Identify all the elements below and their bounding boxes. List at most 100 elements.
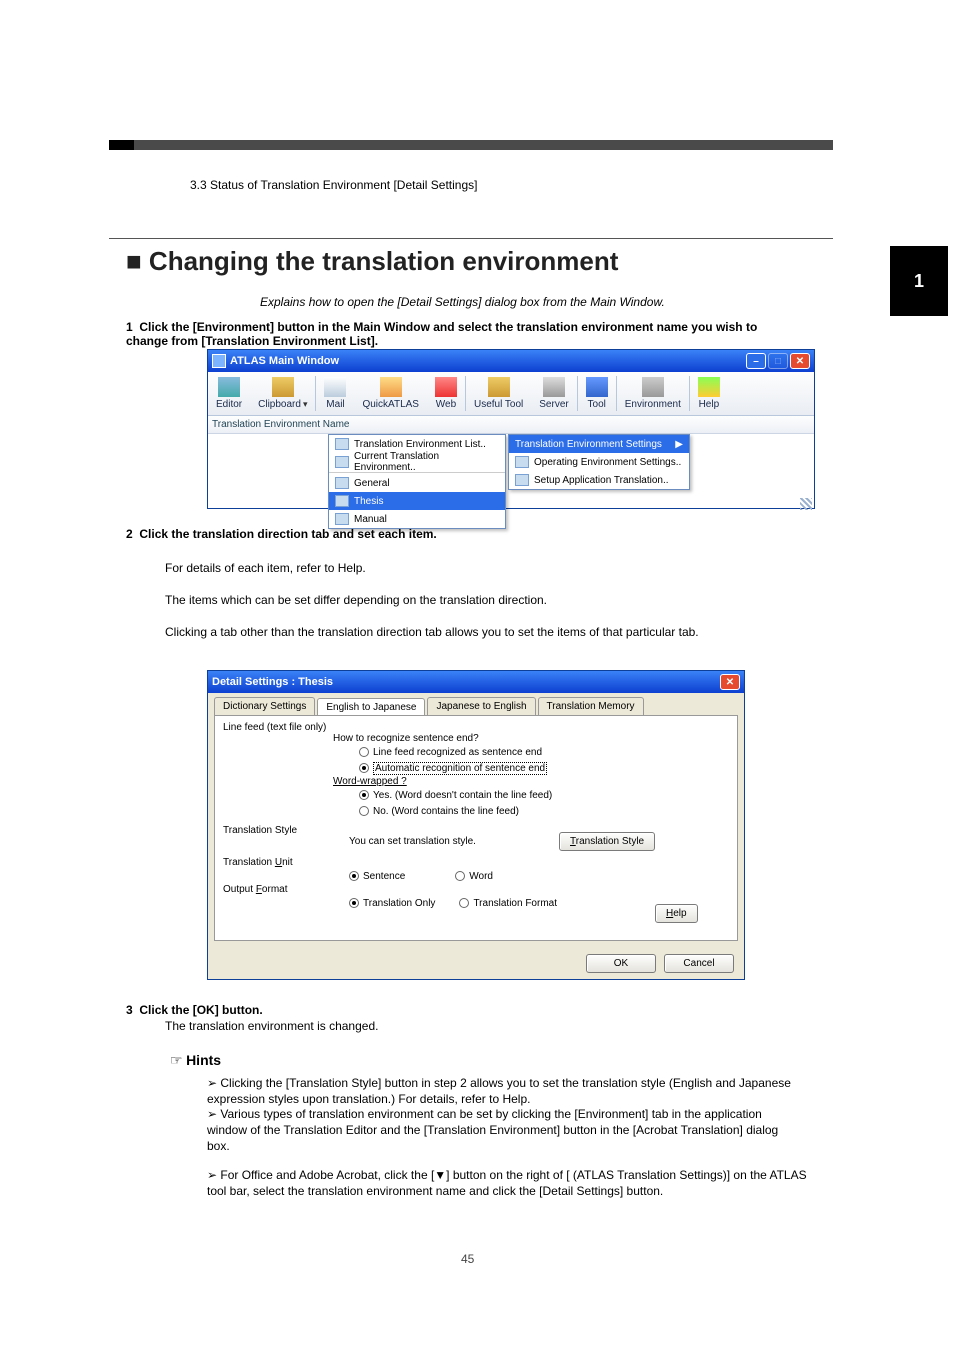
radio-icon bbox=[349, 898, 359, 908]
style-description: You can set translation style. bbox=[349, 836, 729, 847]
tb-help[interactable]: Help bbox=[690, 372, 728, 415]
menu-item-thesis[interactable]: Thesis bbox=[329, 492, 505, 510]
env-name-label: Translation Environment Name bbox=[212, 419, 349, 430]
side-page-tab: 1 bbox=[890, 246, 948, 316]
menu-item-general[interactable]: General bbox=[329, 474, 505, 492]
radio-unit-sentence[interactable]: Sentence bbox=[349, 868, 405, 884]
app-icon bbox=[212, 354, 226, 368]
titlebar[interactable]: Detail Settings : Thesis ✕ bbox=[208, 671, 744, 693]
env-name-bar: Translation Environment Name bbox=[208, 416, 814, 434]
tab-tm[interactable]: Translation Memory bbox=[538, 697, 644, 715]
tb-env[interactable]: Environment bbox=[617, 372, 689, 415]
step-2-num: 2 bbox=[126, 527, 133, 541]
step-3: 3 Click the [OK] button. bbox=[126, 1002, 806, 1018]
tb-web[interactable]: Web bbox=[427, 372, 465, 415]
group-unit-title: Translation Unit bbox=[223, 857, 293, 868]
server-icon bbox=[543, 377, 565, 397]
env-submenu: Translation Environment Settings▶ Operat… bbox=[508, 434, 690, 490]
tb-label: Web bbox=[436, 399, 456, 410]
radio-icon bbox=[359, 763, 369, 773]
tab-page: Line feed (text file only) How to recogn… bbox=[214, 715, 738, 941]
list-icon bbox=[335, 438, 349, 450]
tb-editor[interactable]: Editor bbox=[208, 372, 250, 415]
hints-heading: ☞ Hints bbox=[170, 1052, 221, 1070]
side-page-number: 1 bbox=[914, 271, 924, 292]
tb-server[interactable]: Server bbox=[531, 372, 576, 415]
radio-linefeed-end[interactable]: Line feed recognized as sentence end bbox=[359, 744, 729, 760]
footer-page-number: 45 bbox=[461, 1252, 474, 1266]
tb-label: Clipboard bbox=[258, 399, 301, 410]
menu-item-current-env[interactable]: Current Translation Environment.. bbox=[329, 453, 505, 471]
submenu-op-settings[interactable]: Operating Environment Settings.. bbox=[509, 453, 689, 471]
hint-3: ➢ For Office and Adobe Acrobat, click th… bbox=[207, 1167, 807, 1199]
tb-label: Environment bbox=[625, 399, 681, 410]
tab-dictionary[interactable]: Dictionary Settings bbox=[214, 697, 315, 715]
menu-item-label: Translation Environment List.. bbox=[354, 439, 486, 450]
close-button[interactable]: ✕ bbox=[790, 353, 810, 369]
env-dropdown-menu: Translation Environment List.. Current T… bbox=[328, 434, 506, 529]
useful-tool-icon bbox=[488, 377, 510, 397]
group-style-title: Translation Style bbox=[223, 825, 297, 836]
detail-settings-dialog: Detail Settings : Thesis ✕ Dictionary Se… bbox=[207, 670, 745, 980]
close-button[interactable]: ✕ bbox=[720, 674, 740, 690]
header-rule bbox=[109, 238, 833, 239]
list-icon bbox=[335, 456, 349, 468]
gear-icon bbox=[515, 474, 529, 486]
radio-icon bbox=[459, 898, 469, 908]
tb-clipboard[interactable]: Clipboard▾ bbox=[250, 372, 315, 415]
radio-wrap-no[interactable]: No. (Word contains the line feed) bbox=[359, 803, 729, 819]
step-3-num: 3 bbox=[126, 1003, 133, 1017]
group-output-title: Output Format bbox=[223, 884, 287, 895]
doc-icon bbox=[335, 477, 349, 489]
help-button[interactable]: Help bbox=[655, 904, 698, 923]
radio-label: No. (Word contains the line feed) bbox=[373, 806, 519, 817]
submenu-label: Translation Environment Settings bbox=[515, 439, 662, 450]
radio-out-only[interactable]: Translation Only bbox=[349, 895, 435, 911]
radio-unit-word[interactable]: Word bbox=[455, 868, 493, 884]
mail-icon bbox=[324, 377, 346, 397]
window-title: ATLAS Main Window bbox=[230, 355, 339, 367]
group-linefeed-title: Line feed (text file only) bbox=[223, 722, 326, 733]
radio-icon bbox=[455, 871, 465, 881]
tb-mail[interactable]: Mail bbox=[316, 372, 354, 415]
dialog-footer: OK Cancel bbox=[208, 947, 744, 979]
radio-label: Yes. (Word doesn't contain the line feed… bbox=[373, 790, 552, 801]
minimize-button[interactable]: – bbox=[746, 353, 766, 369]
submenu-setup-app[interactable]: Setup Application Translation.. bbox=[509, 471, 689, 489]
submenu-env-settings[interactable]: Translation Environment Settings▶ bbox=[509, 435, 689, 453]
step-2-note-1: For details of each item, refer to Help. bbox=[165, 560, 825, 576]
hint-2: ➢ Various types of translation environme… bbox=[207, 1106, 797, 1155]
quickatlas-icon bbox=[380, 377, 402, 397]
step-1-text: Click the [Environment] button in the Ma… bbox=[126, 320, 757, 348]
radio-icon bbox=[359, 790, 369, 800]
radio-label: Line feed recognized as sentence end bbox=[373, 747, 542, 758]
step-2-note-3: Clicking a tab other than the translatio… bbox=[165, 624, 825, 640]
tab-jp2en[interactable]: Japanese to English bbox=[427, 697, 535, 715]
cancel-button[interactable]: Cancel bbox=[664, 954, 734, 973]
radio-auto-end[interactable]: Automatic recognition of sentence end bbox=[359, 760, 729, 776]
section-heading: ■ Changing the translation environment bbox=[126, 246, 618, 277]
tb-quick[interactable]: QuickATLAS bbox=[354, 372, 427, 415]
radio-wrap-yes[interactable]: Yes. (Word doesn't contain the line feed… bbox=[359, 787, 729, 803]
radio-label: Translation Only bbox=[363, 898, 435, 909]
titlebar[interactable]: ATLAS Main Window – □ ✕ bbox=[208, 350, 814, 372]
tb-useful[interactable]: Useful Tool bbox=[466, 372, 531, 415]
tab-en2jp[interactable]: English to Japanese bbox=[317, 698, 425, 716]
maximize-button: □ bbox=[768, 353, 788, 369]
tb-tool[interactable]: Tool bbox=[578, 372, 616, 415]
translation-style-button[interactable]: TTranslation Styleranslation Style bbox=[559, 832, 655, 851]
radio-label: Automatic recognition of sentence end bbox=[373, 762, 547, 775]
doc-top-rule bbox=[109, 140, 833, 150]
radio-out-format[interactable]: Translation Format bbox=[459, 895, 557, 911]
doc-icon bbox=[515, 456, 529, 468]
ok-button[interactable]: OK bbox=[586, 954, 656, 973]
radio-icon bbox=[359, 806, 369, 816]
menu-item-label: General bbox=[354, 478, 390, 489]
submenu-label: Operating Environment Settings.. bbox=[534, 457, 681, 468]
resize-grip-icon[interactable] bbox=[800, 498, 812, 510]
tabstrip: Dictionary Settings English to Japanese … bbox=[208, 693, 744, 715]
step-2-note-2: The items which can be set differ depend… bbox=[165, 592, 825, 608]
radio-label: Translation Format bbox=[473, 898, 557, 909]
menu-item-label: Thesis bbox=[354, 496, 383, 507]
doc-icon bbox=[335, 513, 349, 525]
